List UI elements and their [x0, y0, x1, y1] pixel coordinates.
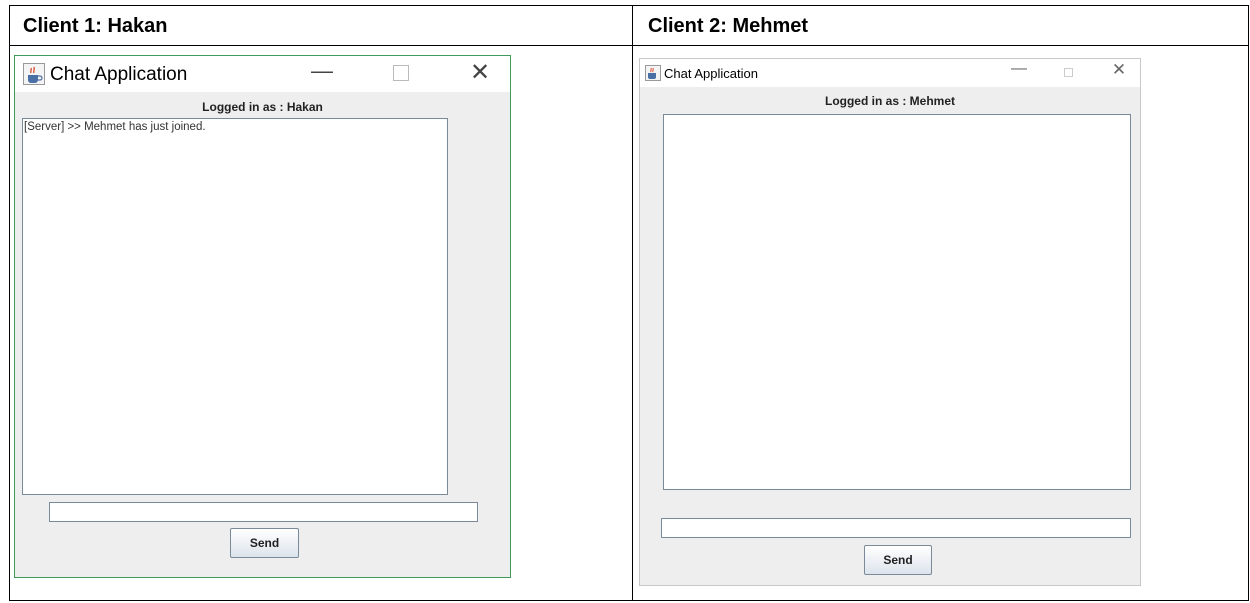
- message-input[interactable]: [49, 502, 478, 522]
- column-divider: [632, 6, 633, 600]
- chat-window-client-2[interactable]: Chat Application — ✕ Logged in as : Mehm…: [639, 58, 1141, 586]
- close-icon[interactable]: ✕: [465, 58, 495, 87]
- client-1-header: Client 1: Hakan: [23, 15, 168, 37]
- chat-history-area[interactable]: [663, 114, 1131, 490]
- send-button[interactable]: Send: [230, 528, 299, 558]
- window-title: Chat Application: [664, 66, 758, 81]
- window-titlebar[interactable]: Chat Application — ✕: [640, 59, 1140, 87]
- logged-in-label: Logged in as : Hakan: [202, 100, 323, 114]
- chat-window-client-1[interactable]: Chat Application — ✕ Logged in as : Haka…: [14, 55, 511, 578]
- chat-message: [Server] >> Mehmet has just joined.: [24, 121, 206, 133]
- maximize-icon[interactable]: [1064, 68, 1073, 77]
- close-icon[interactable]: ✕: [1109, 60, 1129, 80]
- window-titlebar[interactable]: Chat Application — ✕: [15, 56, 510, 92]
- send-button[interactable]: Send: [864, 545, 932, 575]
- minimize-icon[interactable]: —: [1009, 60, 1029, 78]
- java-coffee-cup-icon: [23, 63, 45, 85]
- maximize-icon[interactable]: [393, 65, 409, 81]
- table-header-row: [10, 6, 1248, 46]
- minimize-icon[interactable]: —: [307, 58, 337, 84]
- window-title: Chat Application: [50, 64, 188, 85]
- client-2-header: Client 2: Mehmet: [648, 15, 809, 37]
- chat-history-area[interactable]: [Server] >> Mehmet has just joined.: [22, 118, 448, 495]
- logged-in-label: Logged in as : Mehmet: [824, 94, 955, 108]
- java-coffee-cup-icon: [645, 65, 661, 81]
- message-input[interactable]: [661, 518, 1131, 538]
